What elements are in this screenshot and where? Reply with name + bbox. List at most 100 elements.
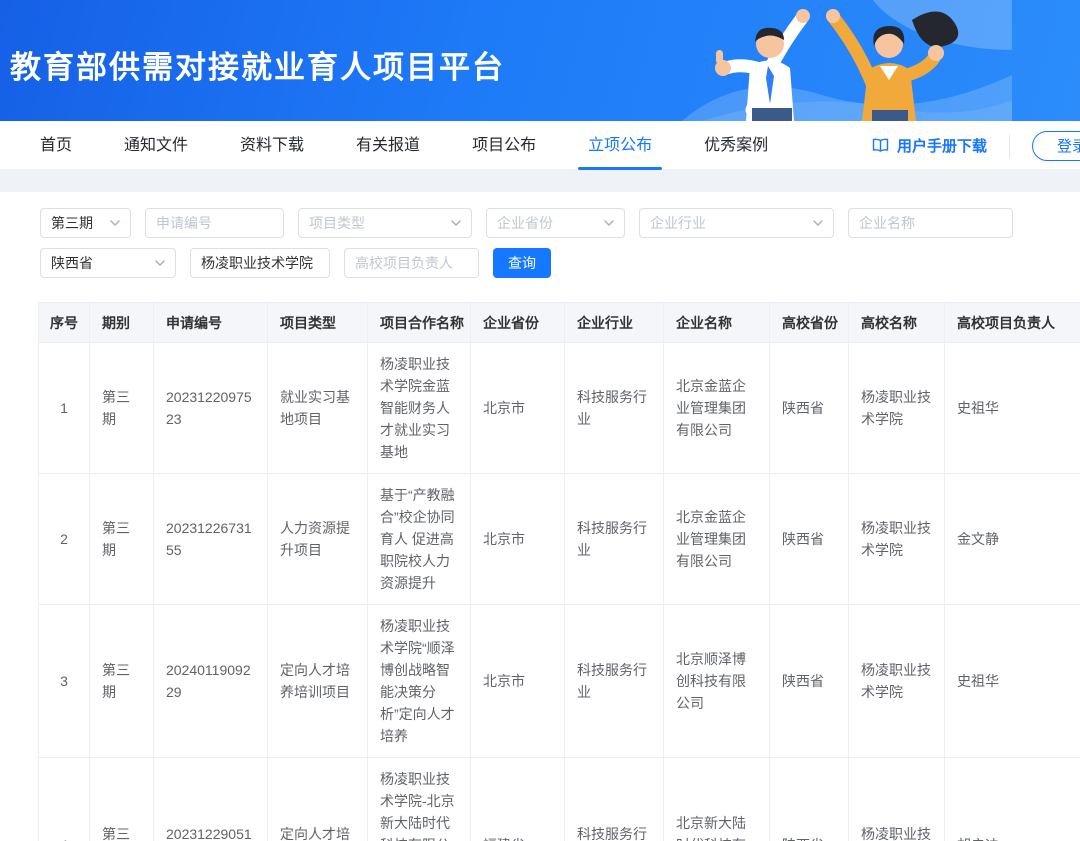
table-cell: 1 [39, 343, 90, 474]
user-manual-label: 用户手册下载 [897, 135, 987, 156]
table-cell: 杨凌职业技术学院-北京新大陆时代科技有限公司物联网及人工智能方向人才培养 [368, 758, 471, 841]
nav-item[interactable]: 优秀案例 [704, 121, 768, 170]
filter-panel: 第三期 项目类型 企业省份 企业行业 陕西省 查询 [0, 192, 1080, 278]
table-cell: 北京金蓝企业管理集团有限公司 [664, 474, 770, 605]
table-cell: 第三期 [90, 343, 154, 474]
table-body: 1第三期2023122097523就业实习基地项目杨凌职业技术学院金蓝智能财务人… [39, 343, 1080, 841]
table-row: 1第三期2023122097523就业实习基地项目杨凌职业技术学院金蓝智能财务人… [39, 343, 1080, 474]
table-cell: 史祖华 [945, 343, 1080, 474]
table-cell: 陕西省 [770, 758, 849, 841]
nav-item[interactable]: 首页 [40, 121, 72, 170]
nav-item-label: 首页 [40, 137, 72, 154]
nav-tabs: 首页 通知文件 资料下载 有关报道 项目公布 立项公布 优秀案例 [40, 121, 768, 170]
company-name-input[interactable] [848, 208, 1013, 238]
nav-item-label: 资料下载 [240, 137, 304, 154]
table-cell: 第三期 [90, 474, 154, 605]
table-cell: 杨凌职业技术学院 [849, 343, 945, 474]
nav-item-label: 立项公布 [588, 137, 652, 154]
content-separator [0, 170, 1080, 192]
column-header: 高校名称 [849, 303, 945, 343]
nav-item[interactable]: 通知文件 [124, 121, 188, 170]
project-type-select[interactable]: 项目类型 [298, 208, 472, 238]
column-header: 高校省份 [770, 303, 849, 343]
page-title: 教育部供需对接就业育人项目平台 [10, 42, 505, 87]
book-icon [872, 138, 889, 153]
column-header: 高校项目负责人 [945, 303, 1080, 343]
table-cell: 杨凌职业技术学院 [849, 605, 945, 758]
nav-divider [1009, 134, 1010, 158]
column-header: 申请编号 [154, 303, 268, 343]
nav-item[interactable]: 项目公布 [472, 121, 536, 170]
user-manual-download-link[interactable]: 用户手册下载 [872, 135, 987, 156]
column-header: 项目合作名称 [368, 303, 471, 343]
table-cell: 科技服务行业 [565, 474, 664, 605]
company-province-select[interactable]: 企业省份 [486, 208, 625, 238]
table-cell: 定向人才培养培训项目 [268, 758, 368, 841]
table-cell: 2023122097523 [154, 343, 268, 474]
table-cell: 杨凌职业技术学院 [849, 474, 945, 605]
period-select[interactable]: 第三期 [40, 208, 131, 238]
filter-row-2: 陕西省 查询 [40, 248, 1080, 278]
column-header: 序号 [39, 303, 90, 343]
table-cell: 3 [39, 605, 90, 758]
table-cell: 史祖华 [945, 605, 1080, 758]
table-cell: 人力资源提升项目 [268, 474, 368, 605]
school-province-select[interactable]: 陕西省 [40, 248, 176, 278]
search-button[interactable]: 查询 [493, 248, 551, 278]
table-cell: 陕西省 [770, 605, 849, 758]
table-cell: 就业实习基地项目 [268, 343, 368, 474]
table-cell: 北京顺泽博创科技有限公司 [664, 605, 770, 758]
nav-item-label: 项目公布 [472, 137, 536, 154]
period-select-value: 第三期 [51, 213, 93, 233]
nav-item[interactable]: 资料下载 [240, 121, 304, 170]
results-table: 序号期别申请编号项目类型项目合作名称企业省份企业行业企业名称高校省份高校名称高校… [38, 302, 1080, 841]
main-nav: 首页 通知文件 资料下载 有关报道 项目公布 立项公布 优秀案例 用户手册下载 … [0, 121, 1080, 170]
chevron-down-icon [110, 220, 120, 226]
table-cell: 北京新大陆时代科技有限公司 [664, 758, 770, 841]
column-header: 期别 [90, 303, 154, 343]
login-button[interactable]: 登录 [1032, 131, 1080, 161]
chevron-down-icon [604, 220, 614, 226]
table-cell: 北京市 [471, 605, 565, 758]
school-leader-input[interactable] [344, 248, 479, 278]
banner: 教育部供需对接就业育人项目平台 [0, 0, 1080, 121]
table-cell: 陕西省 [770, 474, 849, 605]
results-table-wrap: 序号期别申请编号项目类型项目合作名称企业省份企业行业企业名称高校省份高校名称高校… [38, 302, 1080, 841]
table-cell: 北京市 [471, 474, 565, 605]
banner-illustration [682, 0, 1012, 121]
table-cell: 2024011909229 [154, 605, 268, 758]
nav-item-label: 优秀案例 [704, 137, 768, 154]
nav-item[interactable]: 立项公布 [588, 121, 652, 170]
table-cell: 杨凌职业技术学院金蓝智能财务人才就业实习基地 [368, 343, 471, 474]
table-cell: 科技服务行业 [565, 343, 664, 474]
table-cell: 福建省 [471, 758, 565, 841]
table-row: 2第三期2023122673155人力资源提升项目基于“产教融合”校企协同育人 … [39, 474, 1080, 605]
table-cell: 第三期 [90, 605, 154, 758]
table-cell: 基于“产教融合”校企协同育人 促进高职院校人力资源提升 [368, 474, 471, 605]
table-header-row: 序号期别申请编号项目类型项目合作名称企业省份企业行业企业名称高校省份高校名称高校… [39, 303, 1080, 343]
table-cell: 杨凌职业技术学院“顺泽博创战略智能决策分析”定向人才培养 [368, 605, 471, 758]
table-cell: 定向人才培养培训项目 [268, 605, 368, 758]
application-no-input[interactable] [145, 208, 284, 238]
table-cell: 2023122673155 [154, 474, 268, 605]
nav-item-label: 通知文件 [124, 137, 188, 154]
table-cell: 北京金蓝企业管理集团有限公司 [664, 343, 770, 474]
table-cell: 杨凌职业技术学院 [849, 758, 945, 841]
table-cell: 金文静 [945, 474, 1080, 605]
table-cell: 第三期 [90, 758, 154, 841]
nav-item[interactable]: 有关报道 [356, 121, 420, 170]
table-cell: 2 [39, 474, 90, 605]
column-header: 企业行业 [565, 303, 664, 343]
table-cell: 2023122905190 [154, 758, 268, 841]
table-cell: 4 [39, 758, 90, 841]
table-cell: 北京市 [471, 343, 565, 474]
chevron-down-icon [451, 220, 461, 226]
school-name-input[interactable] [190, 248, 330, 278]
company-industry-select[interactable]: 企业行业 [639, 208, 834, 238]
chevron-down-icon [155, 260, 165, 266]
table-row: 3第三期2024011909229定向人才培养培训项目杨凌职业技术学院“顺泽博创… [39, 605, 1080, 758]
chevron-down-icon [813, 220, 823, 226]
filter-row-1: 第三期 项目类型 企业省份 企业行业 [40, 208, 1080, 238]
table-cell: 科技服务行业 [565, 605, 664, 758]
table-cell: 陕西省 [770, 343, 849, 474]
